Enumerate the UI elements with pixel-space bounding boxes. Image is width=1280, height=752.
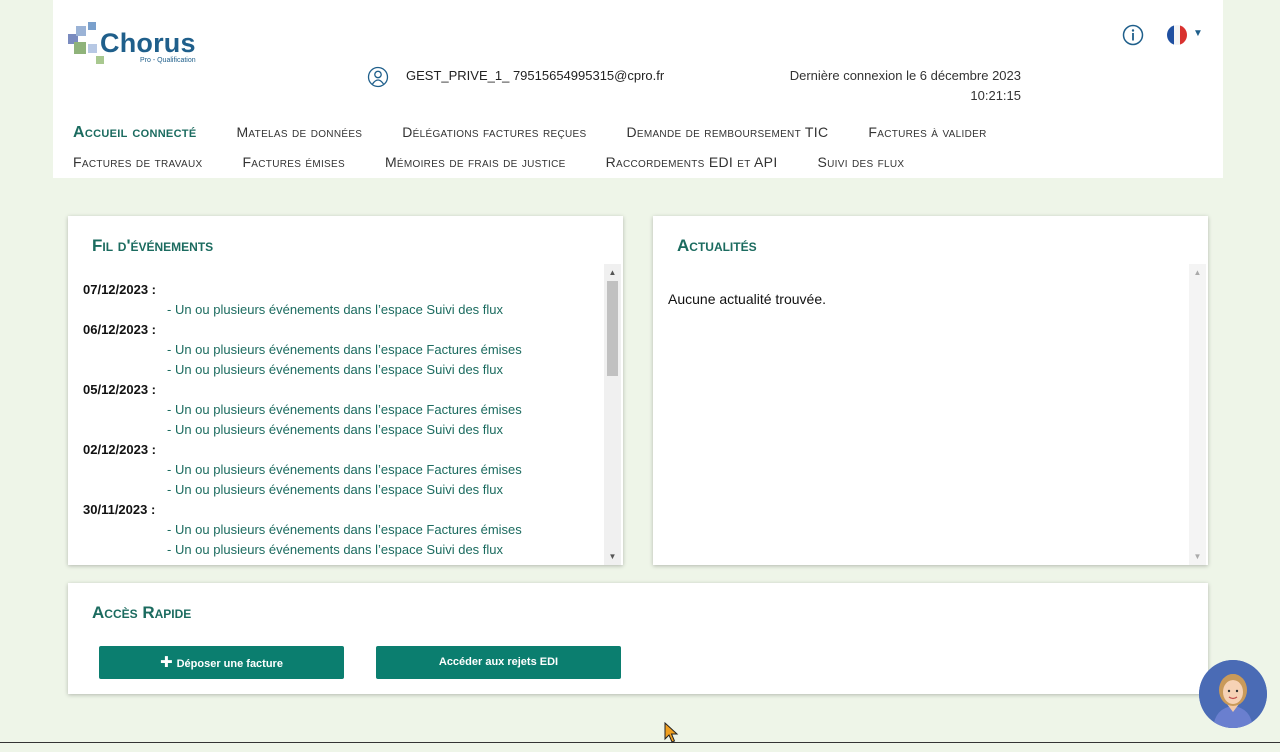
- deposit-invoice-button[interactable]: ✚ Déposer une facture: [99, 646, 344, 679]
- deposit-invoice-label: Déposer une facture: [176, 658, 283, 670]
- info-icon[interactable]: [1122, 24, 1144, 46]
- event-link[interactable]: - Un ou plusieurs événements dans l’espa…: [83, 520, 603, 540]
- nav-factures-de-travaux[interactable]: Factures de travaux: [73, 154, 202, 170]
- scrollbar-thumb[interactable]: [607, 281, 618, 376]
- event-link[interactable]: - Un ou plusieurs événements dans l’espa…: [83, 460, 603, 480]
- bottom-divider: [0, 742, 1280, 743]
- chevron-down-icon[interactable]: ▼: [1193, 28, 1203, 39]
- logo-subtitle: Pro - Qualification: [140, 57, 196, 64]
- header: Chorus Pro - Qualification ▼ GEST_PRIVE_…: [53, 0, 1223, 178]
- event-link[interactable]: - Un ou plusieurs événements dans l’espa…: [83, 480, 603, 500]
- event-link[interactable]: - Un ou plusieurs événements dans l’espa…: [83, 540, 603, 560]
- main-nav-row-2: Factures de travaux Factures émises Mémo…: [73, 154, 944, 170]
- scroll-down-icon[interactable]: ▼: [1189, 548, 1206, 565]
- edi-rejects-label: Accéder aux rejets EDI: [438, 656, 559, 668]
- news-empty-message: Aucune actualité trouvée.: [668, 291, 826, 307]
- news-panel: Actualités Aucune actualité trouvée. ▲ ▼: [653, 216, 1208, 565]
- events-title: Fil d'événements: [92, 236, 214, 255]
- nav-factures-a-valider[interactable]: Factures à valider: [868, 124, 986, 142]
- event-link[interactable]: - Un ou plusieurs événements dans l’espa…: [83, 400, 603, 420]
- event-date: 06/12/2023 :: [83, 322, 157, 337]
- last-login-date: Dernière connexion le 6 décembre 2023: [789, 68, 1021, 83]
- nav-suivi-des-flux[interactable]: Suivi des flux: [818, 154, 905, 170]
- scroll-up-icon[interactable]: ▲: [1189, 264, 1206, 281]
- nav-factures-emises[interactable]: Factures émises: [242, 154, 345, 170]
- event-link[interactable]: - Un ou plusieurs événements dans l’espa…: [83, 300, 603, 320]
- news-title: Actualités: [677, 236, 757, 255]
- events-list: 07/12/2023 : - Un ou plusieurs événement…: [83, 280, 603, 562]
- events-scrollbar[interactable]: ▲ ▼: [604, 264, 621, 565]
- event-link[interactable]: - Un ou plusieurs événements dans l’espa…: [83, 340, 603, 360]
- logo-text: Chorus: [100, 28, 196, 58]
- quick-access-title: Accès Rapide: [92, 603, 192, 622]
- main-nav-row-1: Accueil connecté Matelas de données Délé…: [73, 124, 1027, 142]
- nav-demande-remboursement-tic[interactable]: Demande de remboursement TIC: [626, 124, 828, 142]
- plus-icon: ✚: [160, 654, 173, 671]
- nav-accueil-connecte[interactable]: Accueil connecté: [73, 124, 196, 142]
- quick-access-panel: Accès Rapide ✚ Déposer une facture Accéde…: [68, 583, 1208, 694]
- nav-memoires-frais-justice[interactable]: Mémoires de frais de justice: [385, 154, 566, 170]
- assistant-avatar-icon[interactable]: [1199, 660, 1267, 728]
- nav-matelas-de-donnees[interactable]: Matelas de données: [236, 124, 362, 142]
- events-panel: Fil d'événements 07/12/2023 : - Un ou pl…: [68, 216, 623, 565]
- edi-rejects-button[interactable]: Accéder aux rejets EDI: [376, 646, 621, 679]
- scroll-up-icon[interactable]: ▲: [604, 264, 621, 281]
- french-flag-icon[interactable]: [1167, 25, 1187, 45]
- scroll-down-icon[interactable]: ▼: [604, 548, 621, 565]
- event-link[interactable]: - Un ou plusieurs événements dans l’espa…: [83, 360, 603, 380]
- nav-delegations-factures-recues[interactable]: Délégations factures reçues: [402, 124, 586, 142]
- last-login: Dernière connexion le 6 décembre 2023 10…: [713, 66, 1021, 106]
- mouse-cursor-icon: [664, 722, 679, 743]
- event-link[interactable]: - Un ou plusieurs événements dans l’espa…: [83, 420, 603, 440]
- last-login-time: 10:21:15: [970, 88, 1021, 103]
- user-icon[interactable]: [367, 66, 389, 88]
- news-scrollbar[interactable]: ▲ ▼: [1189, 264, 1206, 565]
- event-date: 05/12/2023 :: [83, 382, 157, 397]
- event-date: 30/11/2023 :: [83, 502, 156, 517]
- user-email: GEST_PRIVE_1_ 79515654995315@cpro.fr: [406, 68, 665, 83]
- event-date: 02/12/2023 :: [83, 442, 157, 457]
- nav-raccordements-edi-api[interactable]: Raccordements EDI et API: [606, 154, 778, 170]
- chorus-logo[interactable]: Chorus Pro - Qualification: [68, 20, 218, 66]
- event-date: 07/12/2023 :: [83, 282, 157, 297]
